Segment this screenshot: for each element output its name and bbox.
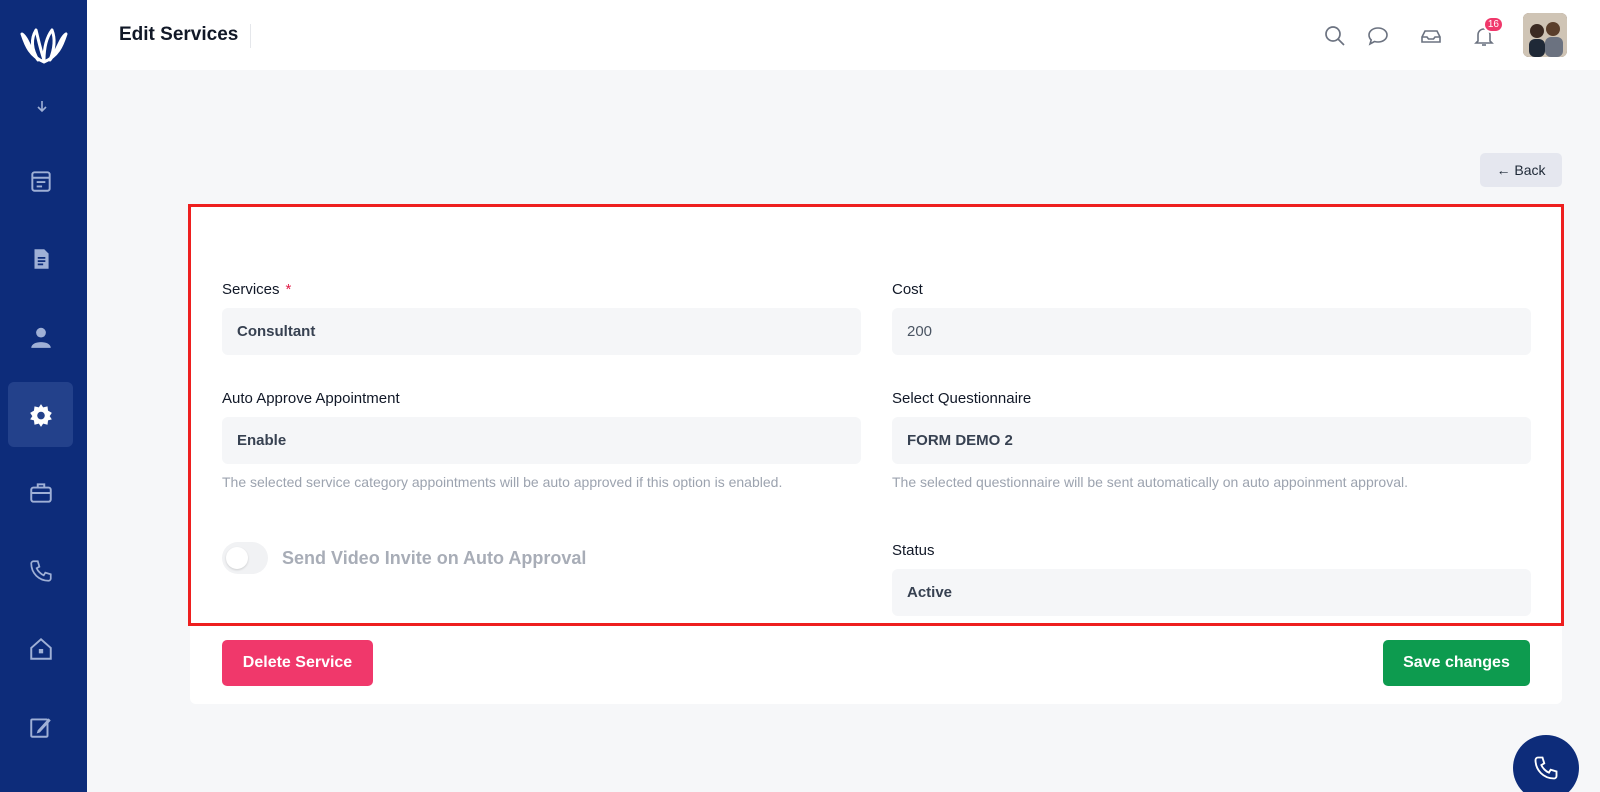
auto-approve-select[interactable]: Enable — [222, 417, 861, 464]
required-marker: * — [285, 281, 292, 298]
questionnaire-label: Select Questionnaire — [892, 390, 1032, 407]
top-header: Edit Services 16 — [87, 0, 1600, 70]
inbox-icon — [1421, 30, 1441, 43]
inbox-button[interactable] — [1417, 22, 1445, 50]
chat-button[interactable] — [1364, 22, 1392, 50]
services-label-text: Services — [222, 281, 280, 298]
services-field[interactable]: Consultant — [222, 308, 861, 355]
delete-service-button[interactable]: Delete Service — [222, 640, 373, 686]
gear-icon — [29, 403, 52, 427]
sidebar-item-briefcase[interactable] — [8, 460, 73, 525]
questionnaire-select[interactable]: FORM DEMO 2 — [892, 417, 1531, 464]
notifications-button[interactable]: 16 — [1470, 16, 1504, 50]
search-icon — [1325, 26, 1345, 46]
auto-approve-help: The selected service category appointmen… — [222, 474, 783, 490]
calendar-icon — [30, 170, 51, 192]
services-label: Services * — [222, 281, 291, 298]
cost-label: Cost — [892, 281, 923, 298]
sidebar — [0, 0, 87, 792]
edit-icon — [29, 717, 51, 738]
save-changes-button[interactable]: Save changes — [1383, 640, 1530, 686]
toggle-knob — [226, 547, 248, 569]
status-label: Status — [892, 542, 935, 559]
collapse-arrow-icon[interactable] — [32, 98, 52, 114]
search-button[interactable] — [1321, 22, 1349, 50]
sidebar-item-calendar[interactable] — [8, 148, 73, 213]
brand-logo[interactable] — [18, 20, 70, 64]
sidebar-item-documents[interactable] — [8, 226, 73, 291]
home-icon — [29, 637, 52, 660]
phone-icon — [29, 559, 52, 582]
notification-badge: 16 — [1482, 16, 1504, 33]
briefcase-icon — [29, 482, 52, 503]
status-select[interactable]: Active — [892, 569, 1531, 616]
cost-field[interactable]: 200 — [892, 308, 1531, 355]
sidebar-item-calls[interactable] — [8, 538, 73, 603]
phone-icon — [1534, 756, 1558, 780]
auto-approve-label: Auto Approve Appointment — [222, 390, 400, 407]
questionnaire-help: The selected questionnaire will be sent … — [892, 474, 1408, 490]
chat-bubble-icon — [1368, 27, 1388, 46]
page-title: Edit Services — [119, 24, 252, 48]
sidebar-item-users[interactable] — [8, 304, 73, 369]
sidebar-item-notes[interactable] — [8, 694, 73, 759]
document-icon — [34, 248, 49, 269]
user-avatar[interactable] — [1523, 13, 1567, 57]
video-invite-toggle[interactable] — [222, 542, 268, 574]
floating-call-button[interactable] — [1513, 735, 1579, 792]
user-icon — [30, 327, 51, 348]
sidebar-item-settings[interactable] — [8, 382, 73, 447]
app: Edit Services 16 ← Back Services * Consu… — [0, 0, 1600, 792]
back-button[interactable]: ← Back — [1480, 153, 1562, 187]
video-invite-label: Send Video Invite on Auto Approval — [282, 548, 587, 568]
sidebar-item-home[interactable] — [8, 616, 73, 681]
